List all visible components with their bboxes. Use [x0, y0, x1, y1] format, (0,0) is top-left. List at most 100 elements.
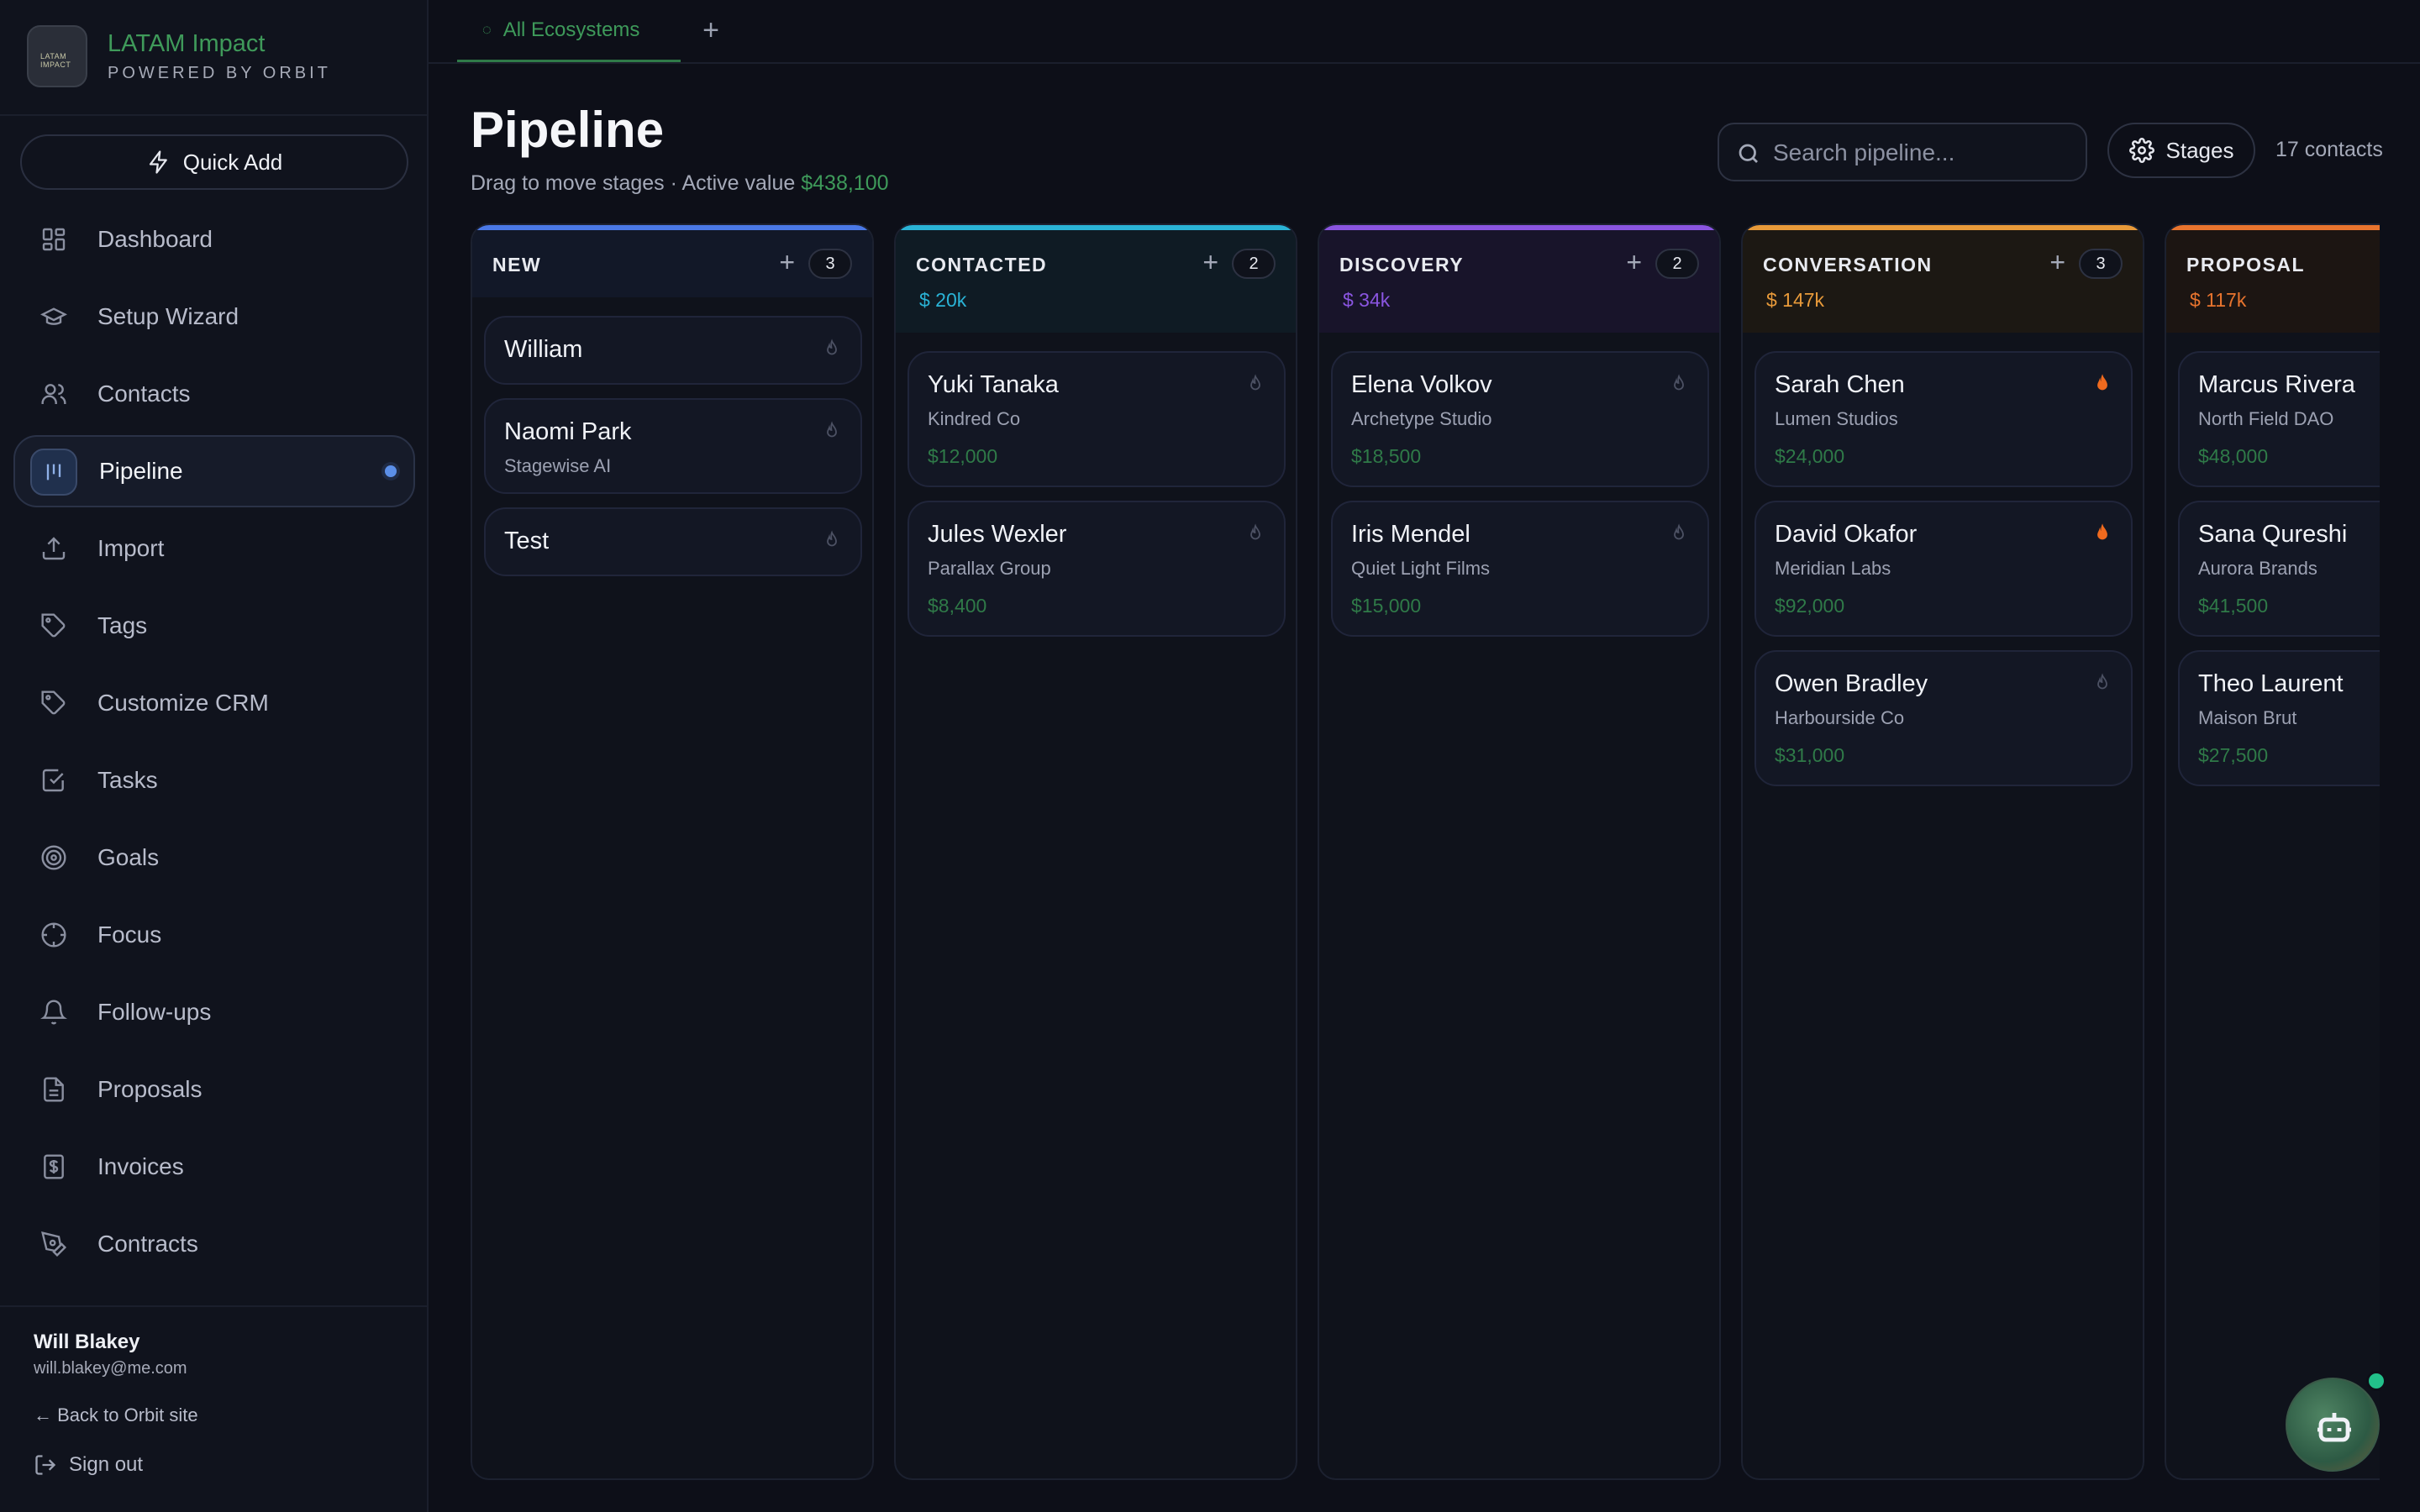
stage-name: PROPOSAL — [2186, 254, 2306, 276]
contact-card[interactable]: Sana Qureshi Aurora Brands $41,500 — [2178, 501, 2380, 637]
pipeline-board: NEW +3 William Naomi Park Stagewise AI Test CO… — [471, 223, 2380, 1483]
contact-card[interactable]: Sarah Chen Lumen Studios $24,000 — [1754, 351, 2133, 487]
stage-value: $ 34k — [1343, 289, 1391, 311]
stage-count-badge: 2 — [1232, 249, 1276, 279]
sign-out-icon — [35, 1455, 56, 1475]
tab-all-ecosystems[interactable]: ◌ All Ecosystems — [457, 0, 681, 62]
graduation-cap-icon — [39, 303, 68, 330]
sidebar-item-contracts[interactable]: Contracts — [13, 1208, 415, 1280]
contact-company: Aurora Brands — [2198, 558, 2317, 579]
sidebar-item-invoices[interactable]: Invoices — [13, 1131, 415, 1203]
contact-card[interactable]: Iris Mendel Quiet Light Films $15,000 — [1331, 501, 1709, 637]
contact-card[interactable]: Elena Volkov Archetype Studio $18,500 — [1331, 351, 1709, 487]
add-card-button[interactable]: + — [2049, 247, 2065, 278]
stage-header — [2166, 225, 2380, 333]
stages-label: Stages — [2165, 137, 2234, 163]
sidebar-item-follow-ups[interactable]: Follow-ups — [13, 976, 415, 1048]
flame-icon[interactable] — [1245, 373, 1265, 396]
flame-icon[interactable] — [822, 420, 842, 444]
brand-logo[interactable]: LATAM IMPACT — [27, 25, 87, 87]
flame-icon[interactable] — [1669, 373, 1689, 396]
flame-icon[interactable] — [822, 529, 842, 553]
contacts-count: 17 contacts — [2275, 138, 2383, 161]
flame-icon[interactable] — [1669, 522, 1689, 546]
sidebar-item-proposals[interactable]: Proposals — [13, 1053, 415, 1126]
robot-icon — [2317, 1413, 2351, 1442]
sidebar-item-import[interactable]: Import — [13, 512, 415, 585]
contact-card[interactable]: Test — [484, 507, 862, 576]
tag-icon — [40, 690, 67, 717]
sidebar-item-label: Invoices — [97, 1153, 184, 1179]
sidebar-item-tasks[interactable]: Tasks — [13, 744, 415, 816]
sidebar-item-dashboard[interactable]: Dashboard — [13, 203, 415, 276]
active-value: $438,100 — [801, 171, 889, 195]
contact-card[interactable]: Jules Wexler Parallax Group $8,400 — [908, 501, 1286, 637]
contact-card[interactable]: Theo Laurent Maison Brut $27,500 — [2178, 650, 2380, 786]
contact-company: Meridian Labs — [1775, 558, 1891, 579]
brand-header: LATAM IMPACT LATAM Impact POWERED BY ORB… — [0, 0, 427, 116]
contact-card[interactable]: William — [484, 316, 862, 385]
stage-name: DISCOVERY — [1339, 254, 1465, 276]
contact-name: Yuki Tanaka — [928, 371, 1059, 398]
crosshair-icon — [40, 921, 67, 948]
contact-name: Theo Laurent — [2198, 670, 2344, 697]
stage-color-bar — [472, 225, 872, 230]
stage-column-conversation: CONVERSATION +3 $ 147k Sarah Chen Lumen Stud… — [1741, 223, 2144, 1480]
user-email: will.blakey@me.com — [34, 1359, 187, 1378]
flame-icon[interactable] — [822, 338, 842, 361]
hot-flame-icon[interactable] — [2092, 522, 2112, 546]
stage-color-bar — [1319, 225, 1719, 230]
search-input[interactable] — [1773, 133, 2075, 173]
sidebar-item-label: Customize CRM — [97, 690, 269, 716]
contact-card[interactable]: David Okafor Meridian Labs $92,000 — [1754, 501, 2133, 637]
subtitle-text: Drag to move stages · Active value — [471, 171, 796, 195]
contact-company: Lumen Studios — [1775, 408, 1898, 429]
sidebar-item-label: Dashboard — [97, 226, 213, 252]
stage-value: $ 117k — [2190, 289, 2247, 311]
sidebar-item-goals[interactable]: Goals — [13, 822, 415, 894]
contact-card[interactable]: Marcus Rivera North Field DAO $48,000 — [2178, 351, 2380, 487]
sidebar-item-pipeline[interactable]: Pipeline — [13, 435, 415, 507]
tab-bar: ◌ All Ecosystems + — [429, 0, 2420, 64]
contact-card[interactable]: Naomi Park Stagewise AI — [484, 398, 862, 494]
add-card-button[interactable]: + — [1626, 247, 1642, 278]
sidebar-item-label: Goals — [97, 844, 160, 870]
stage-count-badge: 2 — [1655, 249, 1699, 279]
tag-icon — [40, 612, 67, 639]
contact-name: Jules Wexler — [928, 521, 1067, 548]
file-icon — [40, 1076, 67, 1103]
stage-color-bar — [896, 225, 1296, 230]
sidebar-item-contacts[interactable]: Contacts — [13, 358, 415, 430]
sidebar-item-focus[interactable]: Focus — [13, 899, 415, 971]
sidebar-item-customize-crm[interactable]: Customize CRM — [13, 667, 415, 739]
active-indicator-dot — [385, 465, 397, 477]
sign-out-button[interactable]: Sign out — [34, 1453, 143, 1477]
receipt-icon — [40, 1153, 67, 1180]
deal-value: $8,400 — [928, 595, 987, 617]
add-card-button[interactable]: + — [1202, 247, 1218, 278]
users-icon — [40, 381, 67, 407]
assistant-bot-button[interactable] — [2286, 1378, 2380, 1472]
contact-name: Sana Qureshi — [2198, 521, 2348, 548]
add-card-button[interactable]: + — [779, 247, 795, 278]
deal-value: $18,500 — [1351, 445, 1422, 467]
upload-icon — [40, 535, 67, 562]
quick-add-button[interactable]: Quick Add — [20, 134, 408, 190]
add-tab-button[interactable]: + — [694, 15, 728, 49]
contact-company: Kindred Co — [928, 408, 1021, 429]
sidebar-item-label: Tasks — [97, 767, 158, 793]
contact-card[interactable]: Yuki Tanaka Kindred Co $12,000 — [908, 351, 1286, 487]
sidebar-item-label: Follow-ups — [97, 999, 212, 1025]
sidebar-item-setup-wizard[interactable]: Setup Wizard — [13, 281, 415, 353]
sidebar-item-tags[interactable]: Tags — [13, 590, 415, 662]
hot-flame-icon[interactable] — [2092, 373, 2112, 396]
back-to-site-link[interactable]: ← Back to Orbit site — [34, 1404, 198, 1426]
flame-icon[interactable] — [1245, 522, 1265, 546]
contact-card[interactable]: Owen Bradley Harbourside Co $31,000 — [1754, 650, 2133, 786]
contact-company: Harbourside Co — [1775, 707, 1905, 728]
deal-value: $27,500 — [2198, 744, 2269, 766]
stages-button[interactable]: Stages — [2107, 123, 2255, 178]
stage-column-new: NEW +3 William Naomi Park Stagewise AI Test — [471, 223, 874, 1480]
contact-company: North Field DAO — [2198, 408, 2334, 429]
flame-icon[interactable] — [2092, 672, 2112, 696]
